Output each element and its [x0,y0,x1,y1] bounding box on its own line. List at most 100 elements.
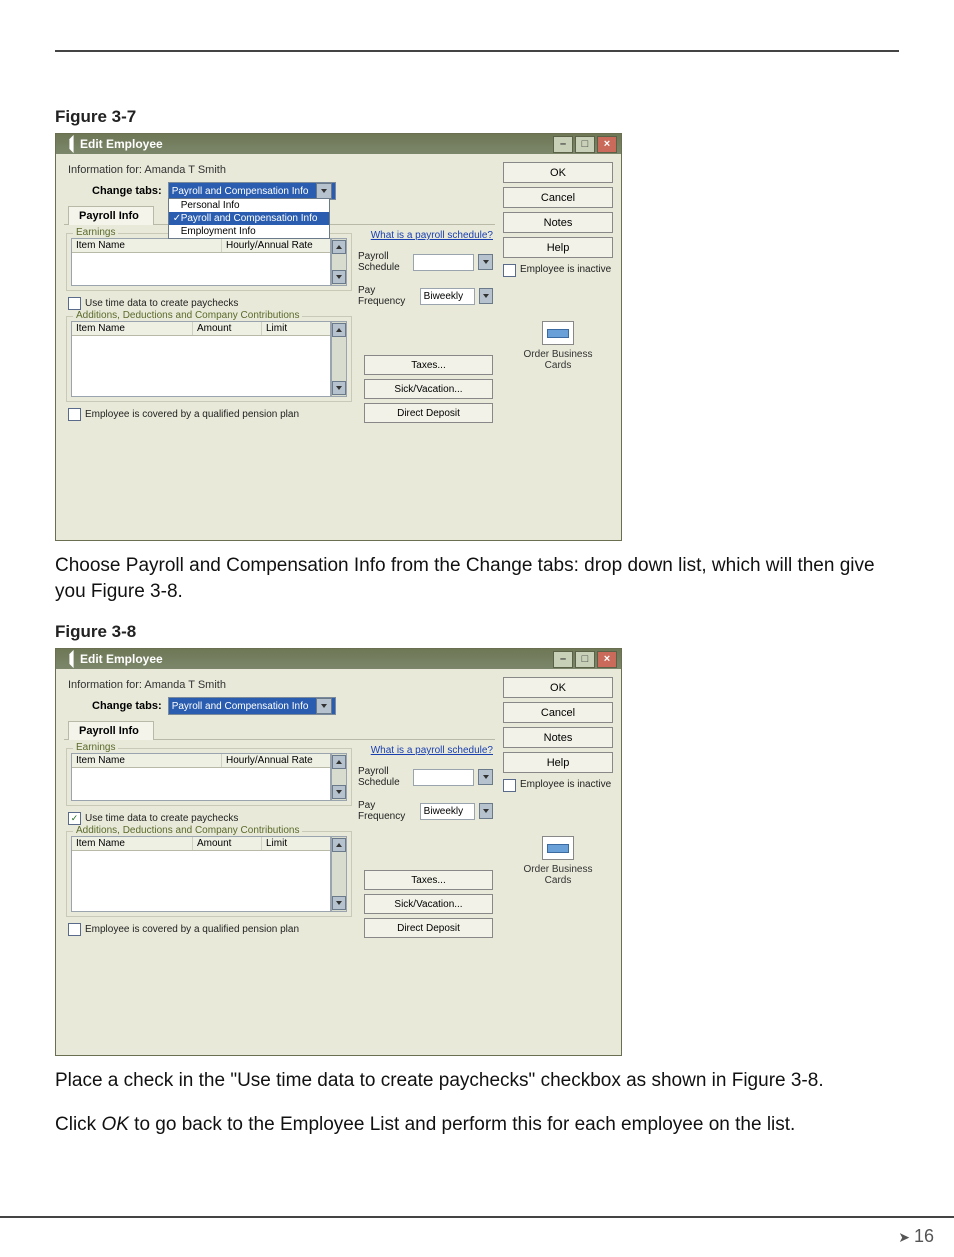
edit-employee-dialog-1: Edit Employee – □ × Information for: Ama… [55,133,622,541]
adc-col-item: Item Name [72,837,193,850]
taxes-button[interactable]: Taxes... [364,870,493,890]
employee-inactive-checkbox[interactable] [503,264,516,277]
cards-icon [542,321,574,345]
minimize-button[interactable]: – [553,651,573,668]
arrow-right-icon: ➤ [898,1229,910,1245]
payroll-schedule-field[interactable] [413,254,474,271]
adc-col-limit: Limit [262,837,330,850]
cancel-button[interactable]: Cancel [503,187,613,208]
earnings-legend: Earnings [73,227,118,238]
paragraph-3: Click OK to go back to the Employee List… [55,1112,899,1138]
maximize-button[interactable]: □ [575,651,595,668]
use-time-label: Use time data to create paychecks [85,813,238,824]
change-tabs-label: Change tabs: [92,700,162,712]
window-title: Edit Employee [80,137,163,151]
payroll-schedule-label: PayrollSchedule [358,766,409,788]
information-for: Information for: Amanda T Smith [68,164,495,176]
dd-item-payroll[interactable]: ✓Payroll and Compensation Info [169,212,329,225]
adc-col-item: Item Name [72,322,193,335]
chevron-down-icon [316,698,332,714]
ok-button[interactable]: OK [503,677,613,698]
pension-label: Employee is covered by a qualified pensi… [85,409,299,420]
adc-scrollbar[interactable] [331,321,347,397]
payroll-schedule-link[interactable]: What is a payroll schedule? [371,745,493,756]
employee-inactive-label: Employee is inactive [520,264,611,275]
col-item-name: Item Name [72,239,222,252]
taxes-button[interactable]: Taxes... [364,355,493,375]
employee-inactive-checkbox[interactable] [503,779,516,792]
payroll-schedule-link[interactable]: What is a payroll schedule? [371,230,493,241]
chevron-down-icon[interactable] [478,254,493,270]
sick-vacation-button[interactable]: Sick/Vacation... [364,379,493,399]
tab-payroll-info[interactable]: Payroll Info [68,721,154,740]
employee-inactive-label: Employee is inactive [520,779,611,790]
adc-grid[interactable] [72,851,330,911]
back-icon [62,650,73,668]
payroll-schedule-field[interactable] [413,769,474,786]
ok-button[interactable]: OK [503,162,613,183]
cancel-button[interactable]: Cancel [503,702,613,723]
adc-fieldset: Additions, Deductions and Company Contri… [66,316,352,402]
earnings-fieldset: Earnings Item Name Hourly/Annual Rate [66,233,352,291]
dd-item-personal[interactable]: Personal Info [169,199,329,212]
tab-payroll-info[interactable]: Payroll Info [68,206,154,225]
notes-button[interactable]: Notes [503,212,613,233]
change-tabs-label: Change tabs: [92,185,162,197]
close-button[interactable]: × [597,651,617,668]
adc-legend: Additions, Deductions and Company Contri… [73,825,302,836]
pension-checkbox[interactable] [68,923,81,936]
change-tabs-dropdown[interactable]: Payroll and Compensation Info [168,697,336,715]
adc-scrollbar[interactable] [331,836,347,912]
minimize-button[interactable]: – [553,136,573,153]
pay-frequency-field[interactable]: Biweekly [420,288,476,305]
sick-vacation-button[interactable]: Sick/Vacation... [364,894,493,914]
titlebar: Edit Employee – □ × [56,649,621,669]
earnings-grid[interactable] [72,768,330,800]
information-for: Information for: Amanda T Smith [68,679,495,691]
help-button[interactable]: Help [503,752,613,773]
earnings-fieldset: Earnings Item Name Hourly/Annual Rate [66,748,352,806]
help-button[interactable]: Help [503,237,613,258]
titlebar: Edit Employee – □ × [56,134,621,154]
close-button[interactable]: × [597,136,617,153]
direct-deposit-button[interactable]: Direct Deposit [364,403,493,423]
notes-button[interactable]: Notes [503,727,613,748]
col-item-name: Item Name [72,754,222,767]
edit-employee-dialog-2: Edit Employee – □ × Information for: Ama… [55,648,622,1056]
dd-item-employment[interactable]: Employment Info [169,225,329,238]
adc-legend: Additions, Deductions and Company Contri… [73,310,302,321]
earnings-scrollbar[interactable] [331,238,347,286]
figure-3-7-label: Figure 3-7 [55,107,899,127]
chevron-down-icon[interactable] [479,803,493,819]
pension-checkbox[interactable] [68,408,81,421]
paragraph-1: Choose Payroll and Compensation Info fro… [55,553,899,604]
use-time-checkbox[interactable]: ✓ [68,812,81,825]
earnings-grid[interactable] [72,253,330,285]
direct-deposit-button[interactable]: Direct Deposit [364,918,493,938]
cards-icon [542,836,574,860]
adc-grid[interactable] [72,336,330,396]
use-time-label: Use time data to create paychecks [85,298,238,309]
order-business-cards[interactable]: Order Business Cards [503,321,613,371]
payroll-schedule-label: PayrollSchedule [358,251,409,273]
earnings-legend: Earnings [73,742,118,753]
earnings-scrollbar[interactable] [331,753,347,801]
pension-label: Employee is covered by a qualified pensi… [85,924,299,935]
adc-col-limit: Limit [262,322,330,335]
order-business-cards[interactable]: Order Business Cards [503,836,613,886]
maximize-button[interactable]: □ [575,136,595,153]
change-tabs-dropdown[interactable]: Payroll and Compensation Info Personal I… [168,182,336,200]
window-title: Edit Employee [80,652,163,666]
top-rule [55,50,899,52]
use-time-checkbox[interactable] [68,297,81,310]
chevron-down-icon[interactable] [478,769,493,785]
change-tabs-value: Payroll and Compensation Info [172,701,309,712]
pay-frequency-label: Pay Frequency [358,285,416,307]
figure-3-8-label: Figure 3-8 [55,622,899,642]
chevron-down-icon [316,183,332,199]
adc-col-amount: Amount [193,837,262,850]
chevron-down-icon[interactable] [479,288,493,304]
pay-frequency-field[interactable]: Biweekly [420,803,476,820]
col-rate: Hourly/Annual Rate [222,754,330,767]
pay-frequency-label: Pay Frequency [358,800,416,822]
